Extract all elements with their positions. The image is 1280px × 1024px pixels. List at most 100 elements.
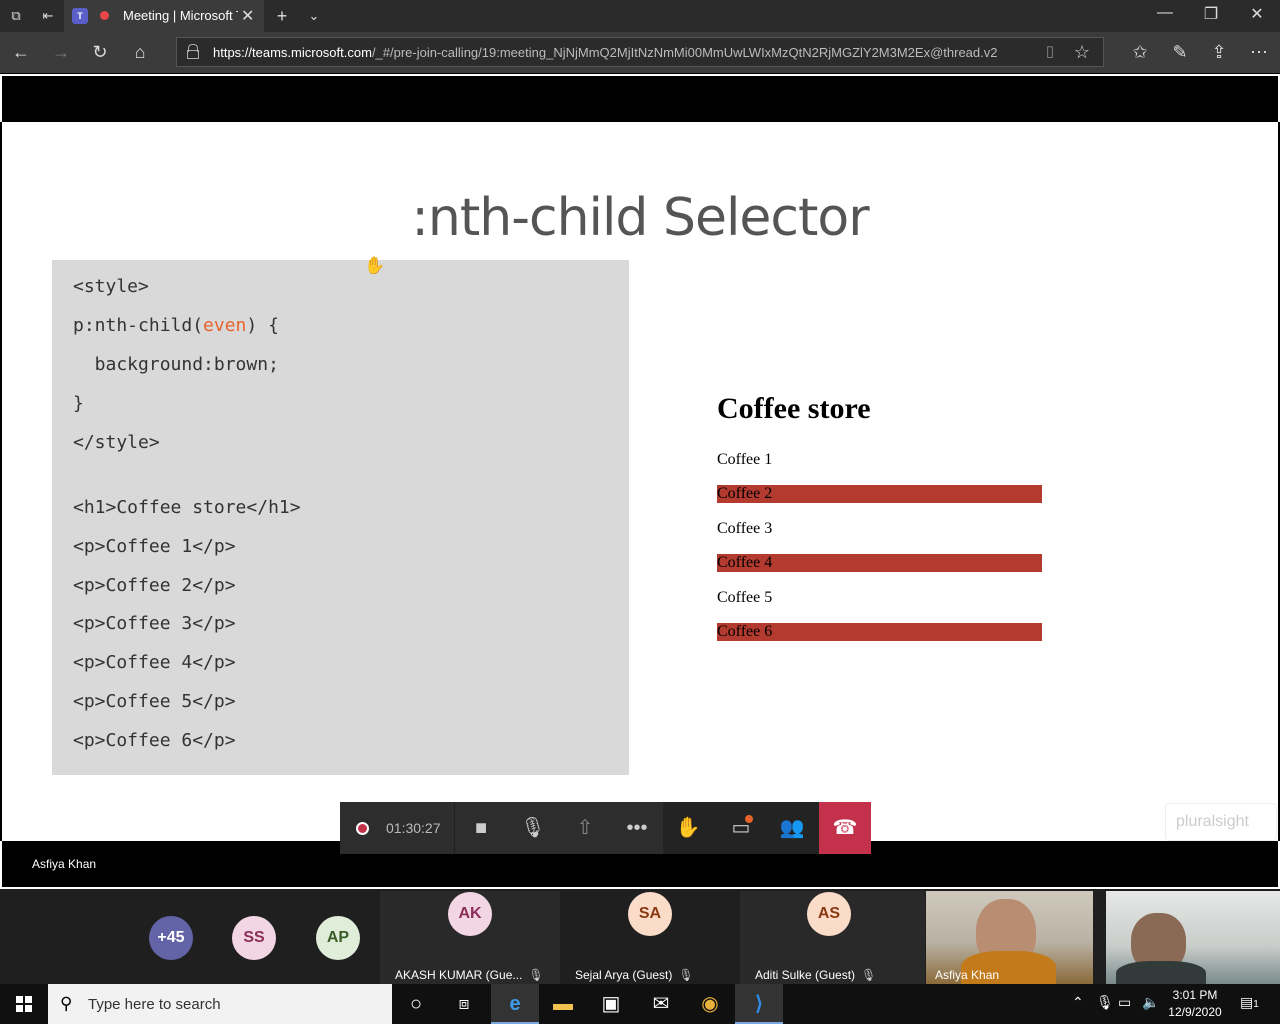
forward-icon[interactable]: → [50, 41, 72, 63]
home-icon[interactable]: ⌂ [129, 41, 151, 63]
code-line: p:nth-child(even) { [73, 315, 279, 336]
pluralsight-watermark: pluralsight [1165, 803, 1277, 841]
tab-close-icon[interactable]: ✕ [241, 6, 254, 26]
participant-tile[interactable]: SA Sejal Arya (Guest) 🎙 [560, 891, 740, 984]
demo-paragraph: Coffee 1 [717, 451, 773, 468]
favorites-icon[interactable]: ✩ [1129, 41, 1151, 63]
tray-chevron-icon[interactable]: ⌃ [1072, 994, 1084, 1011]
clock[interactable]: 3:01 PM 12/9/2020 [1160, 987, 1230, 1021]
code-panel: <style> p:nth-child(even) { background:b… [52, 260, 629, 775]
reading-view-icon[interactable]: ▯ [1039, 41, 1061, 63]
edge-icon[interactable]: e [491, 984, 539, 1024]
windows-taskbar: ⚲ Type here to search ○ ⧈ e ▬ ▣ ✉ ◉ ⟩ ⌃ … [0, 984, 1280, 1024]
demo-paragraph-even: Coffee 6 [717, 623, 1042, 641]
code-line: <p>Coffee 3</p> [73, 613, 236, 634]
search-icon: ⚲ [60, 994, 73, 1013]
microphone-tray-icon[interactable]: 🎙 [1096, 994, 1114, 1011]
avatar[interactable]: SS [232, 916, 276, 960]
url-text: https://teams.microsoft.com/_#/pre-join-… [213, 45, 998, 60]
mail-icon[interactable]: ✉ [637, 984, 685, 1024]
code-line: <h1>Coffee store</h1> [73, 497, 301, 518]
code-line: <p>Coffee 5</p> [73, 691, 236, 712]
url-field[interactable]: https://teams.microsoft.com/_#/pre-join-… [176, 37, 1104, 67]
clock-date: 12/9/2020 [1168, 1005, 1222, 1019]
tab-meeting[interactable]: T Meeting | Microsoft Teams ✕ [64, 0, 264, 32]
hand-cursor-icon: ✋ [364, 256, 386, 275]
mic-off-icon: 🎙 [528, 968, 544, 982]
search-placeholder: Type here to search [88, 996, 221, 1013]
code-line: <style> [73, 276, 149, 297]
file-explorer-icon[interactable]: ▬ [539, 984, 587, 1024]
video-tile-participant[interactable] [1106, 891, 1280, 984]
vscode-icon[interactable]: ⟩ [735, 984, 783, 1024]
more-icon[interactable]: ⋯ [1248, 41, 1270, 63]
participant-name: AKASH KUMAR (Gue... 🎙 [395, 968, 544, 982]
code-line: } [73, 393, 84, 414]
tab-actions-icon[interactable]: ⧉ [8, 8, 24, 24]
participants-icon[interactable]: 👥 [779, 815, 805, 841]
address-bar-row: ← → ↻ ⌂ https://teams.microsoft.com/_#/p… [0, 32, 1280, 73]
person-video-shoulders [1116, 961, 1206, 984]
code-line: <p>Coffee 1</p> [73, 536, 236, 557]
mic-off-icon: 🎙 [861, 968, 877, 982]
restore-icon[interactable]: ❐ [1188, 4, 1234, 24]
raise-hand-icon[interactable]: ✋ [675, 815, 701, 841]
share-screen-icon[interactable]: ⇧ [572, 815, 598, 841]
avatar: AS [807, 892, 851, 936]
close-window-icon[interactable]: ✕ [1234, 4, 1280, 24]
mic-off-icon[interactable]: 🎙 [520, 815, 546, 841]
recording-indicator-icon [100, 11, 109, 20]
refresh-icon[interactable]: ↻ [89, 41, 111, 63]
code-line: background:brown; [73, 354, 279, 375]
participants-strip: +45 SS AP AK AKASH KUMAR (Gue... 🎙 SA Sej… [0, 889, 1280, 984]
start-button[interactable] [0, 984, 48, 1024]
code-line: <p>Coffee 2</p> [73, 575, 236, 596]
taskbar-search[interactable]: ⚲ Type here to search [48, 984, 392, 1024]
store-icon[interactable]: ▣ [587, 984, 635, 1024]
demo-heading: Coffee store [717, 392, 871, 425]
task-view-icon[interactable]: ⧈ [440, 984, 488, 1024]
divider [454, 802, 455, 854]
minimize-icon[interactable]: — [1142, 4, 1188, 22]
more-participants-badge[interactable]: +45 [149, 916, 193, 960]
participant-name: Asfiya Khan [935, 968, 1000, 982]
participant-name: Sejal Arya (Guest) 🎙 [575, 968, 694, 982]
chat-notification-dot [745, 815, 753, 823]
mic-off-icon: 🎙 [678, 968, 694, 982]
new-tab-icon[interactable]: + [274, 7, 290, 25]
tab-list-chevron-icon[interactable]: ⌄ [306, 8, 322, 24]
cortana-icon[interactable]: ○ [392, 984, 440, 1024]
slide-title: :nth-child Selector [411, 188, 869, 248]
code-keyword: even [203, 315, 247, 336]
action-center-icon[interactable]: ▤1 [1240, 994, 1259, 1011]
pen-icon[interactable]: ✎ [1169, 41, 1191, 63]
windows-logo-icon [16, 996, 32, 1012]
participant-tile[interactable]: AS Aditi Sulke (Guest) 🎙 [740, 891, 925, 984]
code-line: <p>Coffee 6</p> [73, 730, 236, 751]
stage-top-bar [0, 74, 1280, 122]
clock-time: 3:01 PM [1172, 988, 1218, 1002]
network-icon[interactable]: ▭ [1118, 994, 1131, 1011]
participant-name: Aditi Sulke (Guest) 🎙 [755, 968, 877, 982]
code-line: <p>Coffee 4</p> [73, 652, 236, 673]
demo-paragraph-even: Coffee 2 [717, 485, 1042, 503]
avatar[interactable]: AP [316, 916, 360, 960]
shared-slide: :nth-child Selector <style> p:nth-child(… [2, 122, 1278, 841]
share-icon[interactable]: ⇪ [1208, 41, 1230, 63]
set-aside-tabs-icon[interactable]: ⇤ [40, 8, 56, 24]
favorite-star-icon[interactable]: ☆ [1071, 41, 1093, 63]
camera-icon[interactable]: ■ [468, 815, 494, 841]
chrome-icon[interactable]: ◉ [686, 984, 734, 1024]
call-timer: 01:30:27 [386, 820, 441, 836]
back-icon[interactable]: ← [10, 41, 32, 63]
call-controls: 01:30:27 ■ 🎙 ⇧ ••• ✋ ▭ 👥 ☎ [340, 802, 871, 854]
volume-icon[interactable]: 🔈 [1142, 994, 1159, 1011]
recording-icon [356, 822, 369, 835]
lock-icon [187, 44, 199, 59]
hang-up-button[interactable]: ☎ [819, 802, 871, 854]
participant-tile[interactable]: AK AKASH KUMAR (Gue... 🎙 [380, 891, 560, 984]
video-tile-presenter[interactable]: Asfiya Khan [926, 891, 1093, 984]
demo-paragraph: Coffee 5 [717, 589, 773, 606]
tab-title: Meeting | Microsoft Teams [123, 8, 238, 23]
more-actions-icon[interactable]: ••• [624, 815, 650, 841]
